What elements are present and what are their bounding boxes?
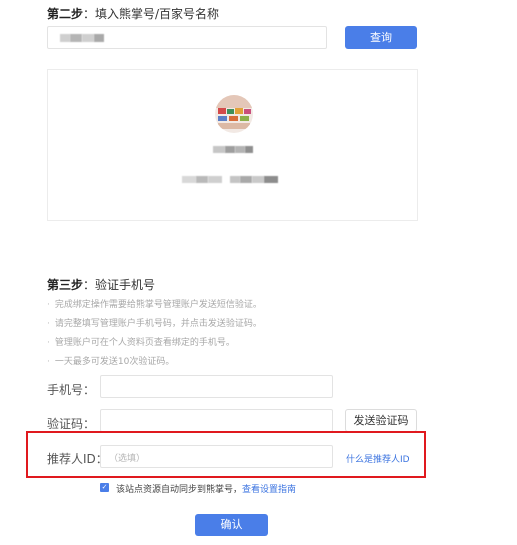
- referrer-id-input[interactable]: （选填）: [100, 445, 333, 468]
- search-button[interactable]: 查询: [345, 26, 417, 49]
- avatar: [215, 95, 253, 133]
- blurred-account-info: [240, 176, 252, 183]
- blurred-account-name: [213, 146, 225, 153]
- referrer-label: 推荐人ID：: [47, 452, 108, 466]
- blurred-account-info: [264, 176, 278, 183]
- blurred-value: [94, 34, 104, 42]
- referrer-help-link[interactable]: 什么是推荐人ID: [346, 452, 410, 465]
- account-result-card[interactable]: [47, 69, 418, 221]
- blurred-account-name: [235, 146, 245, 153]
- blurred-account-info: [252, 176, 264, 183]
- send-code-button[interactable]: 发送验证码: [345, 409, 417, 432]
- step2-title: 第二步：填入熊掌号/百家号名称: [47, 5, 219, 22]
- step3-title-rest: ：验证手机号: [83, 278, 156, 292]
- blurred-value: [70, 34, 82, 42]
- confirm-button[interactable]: 确认: [195, 514, 268, 536]
- step3-title-strong: 第三步: [47, 278, 84, 292]
- sync-text: 该站点资源自动同步到熊掌号，: [116, 485, 243, 495]
- blurred-account-info: [182, 176, 196, 183]
- phone-label: 手机号：: [47, 383, 96, 397]
- hint-item: 管理账户可在个人资料页查看绑定的手机号。: [47, 335, 235, 348]
- phone-input[interactable]: [100, 375, 333, 398]
- blurred-account-info: [196, 176, 208, 183]
- referrer-placeholder: （选填）: [109, 454, 146, 464]
- step3-title: 第三步：验证手机号: [47, 276, 155, 293]
- blurred-account-info: [208, 176, 222, 183]
- code-label: 验证码：: [47, 417, 96, 431]
- blurred-account-name: [245, 146, 253, 153]
- settings-guide-link[interactable]: 查看设置指南: [242, 485, 296, 495]
- blurred-account-info: [230, 176, 240, 183]
- hint-item: 请完整填写管理账户手机号码，并点击发送验证码。: [47, 316, 262, 329]
- verification-code-input[interactable]: [100, 409, 333, 432]
- sync-checkbox[interactable]: ✓: [100, 483, 109, 492]
- blurred-account-name: [225, 146, 235, 153]
- blurred-value: [60, 34, 70, 42]
- step2-title-rest: ：填入熊掌号/百家号名称: [83, 7, 220, 21]
- account-name-input[interactable]: [47, 26, 327, 49]
- sync-text-row: 该站点资源自动同步到熊掌号，查看设置指南: [116, 482, 296, 495]
- hint-item: 完成绑定操作需要给熊掌号管理账户发送短信验证。: [47, 297, 262, 310]
- hint-item: 一天最多可发送10次验证码。: [47, 354, 174, 367]
- blurred-value: [82, 34, 94, 42]
- step2-title-strong: 第二步: [47, 7, 84, 21]
